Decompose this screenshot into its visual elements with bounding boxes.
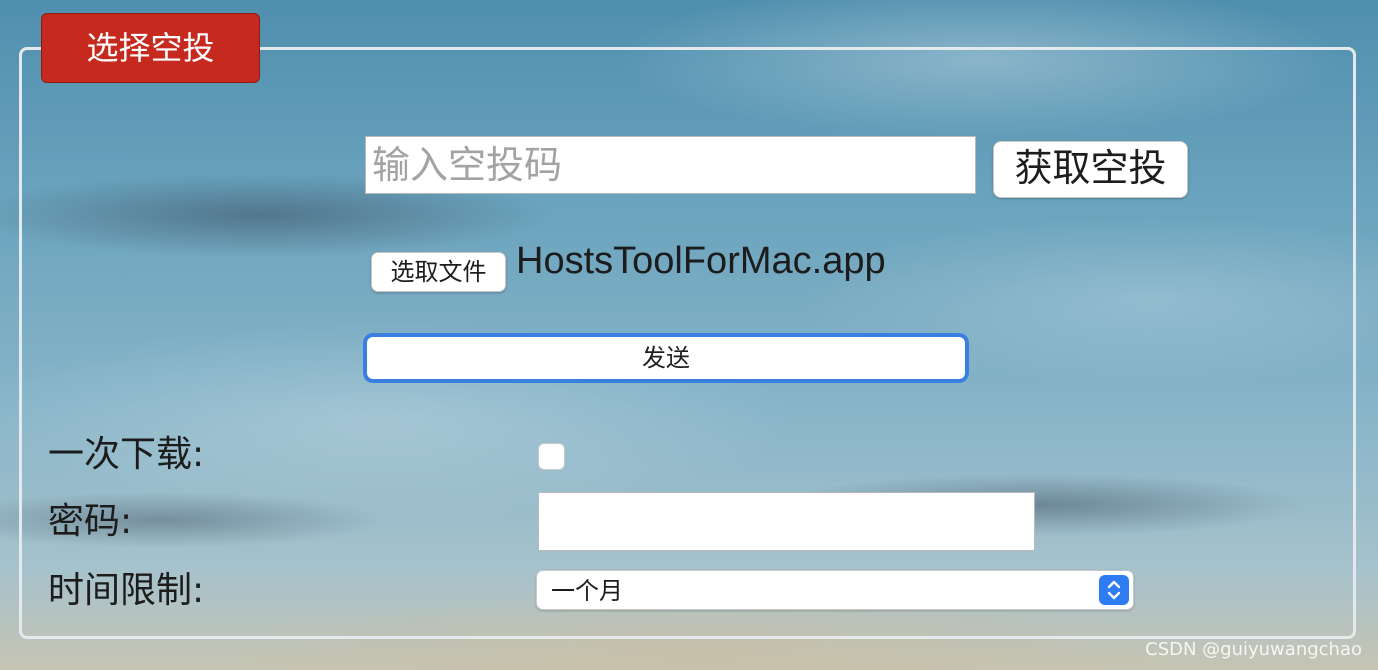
once-download-checkbox[interactable] [538,443,565,470]
airdrop-code-input[interactable] [365,136,976,194]
once-download-label: 一次下载: [48,434,205,475]
time-limit-select[interactable]: 一个月 [536,570,1134,610]
password-input[interactable] [538,492,1035,551]
password-label: 密码: [48,501,133,542]
choose-file-button[interactable]: 选取文件 [371,252,506,292]
panel-legend: 选择空投 [41,13,260,83]
chevron-up-down-icon [1099,575,1129,605]
selected-file-name: HostsToolForMac.app [516,240,886,282]
time-limit-value: 一个月 [551,577,623,605]
csdn-watermark: CSDN @guiyuwangchao [1145,639,1362,660]
fetch-airdrop-button[interactable]: 获取空投 [993,141,1188,198]
send-button[interactable]: 发送 [363,333,969,383]
time-limit-label: 时间限制: [48,570,205,611]
